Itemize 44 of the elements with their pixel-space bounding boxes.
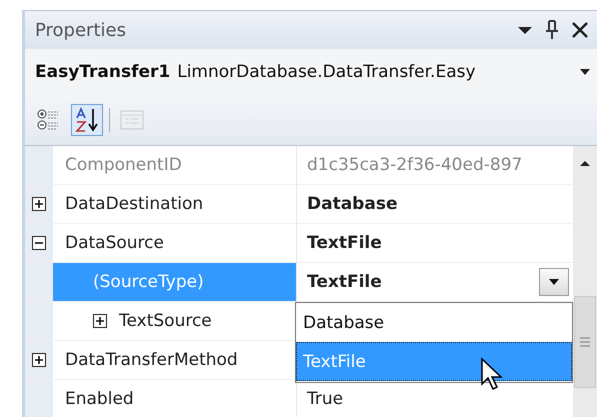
alphabetical-button[interactable] <box>71 104 103 136</box>
expand-icon[interactable] <box>32 197 46 211</box>
property-name-cell[interactable]: TextSource <box>53 302 297 340</box>
property-name-cell[interactable]: DataSource <box>53 224 297 262</box>
property-name: DataTransferMethod <box>65 350 238 370</box>
property-value-cell[interactable]: True <box>297 380 573 417</box>
panel-title: Properties <box>35 20 126 40</box>
collapse-icon[interactable] <box>32 236 46 250</box>
sort-az-icon <box>74 107 100 133</box>
expand-icon[interactable] <box>93 314 107 328</box>
dropdown-arrow-icon[interactable] <box>517 25 533 35</box>
property-value: d1c35ca3-2f36-40ed-897 <box>307 155 522 175</box>
property-name: Enabled <box>65 389 134 409</box>
caret-icon <box>548 278 560 286</box>
property-name: DataDestination <box>65 194 204 214</box>
object-type: LimnorDatabase.DataTransfer.Easy <box>177 62 477 82</box>
property-value-cell[interactable]: d1c35ca3-2f36-40ed-897 <box>297 146 573 184</box>
property-pages-icon <box>119 109 145 131</box>
grip-icon <box>579 336 591 348</box>
property-name: ComponentID <box>65 155 182 175</box>
dropdown-button[interactable] <box>539 268 569 296</box>
object-selector[interactable]: EasyTransfer1 LimnorDatabase.DataTransfer.Easy <box>25 49 597 95</box>
expand-icon[interactable] <box>32 353 46 367</box>
property-name: (SourceType) <box>93 272 204 292</box>
property-name-cell[interactable]: Enabled <box>53 380 297 417</box>
close-icon[interactable] <box>571 21 589 39</box>
property-value: TextFile <box>307 272 382 292</box>
object-name: EasyTransfer1 <box>35 62 170 82</box>
scrollbar-thumb[interactable] <box>574 296 596 388</box>
property-value: TextFile <box>307 233 382 253</box>
property-name: TextSource <box>119 311 212 331</box>
dropdown-option[interactable]: Database <box>296 303 572 342</box>
property-value: True <box>307 389 344 409</box>
scroll-up-icon[interactable] <box>578 158 592 168</box>
scrollbar[interactable] <box>573 146 597 417</box>
property-value-cell[interactable]: Database <box>297 185 573 223</box>
pin-icon[interactable] <box>545 20 559 40</box>
property-name-cell[interactable]: ComponentID <box>53 146 297 184</box>
property-value-cell[interactable]: TextFile <box>297 224 573 262</box>
caret-icon <box>579 68 591 76</box>
property-name-cell[interactable]: DataTransferMethod <box>53 341 297 379</box>
property-name: DataSource <box>65 233 164 253</box>
property-name-cell[interactable]: DataDestination <box>53 185 297 223</box>
property-value: Database <box>307 194 398 214</box>
